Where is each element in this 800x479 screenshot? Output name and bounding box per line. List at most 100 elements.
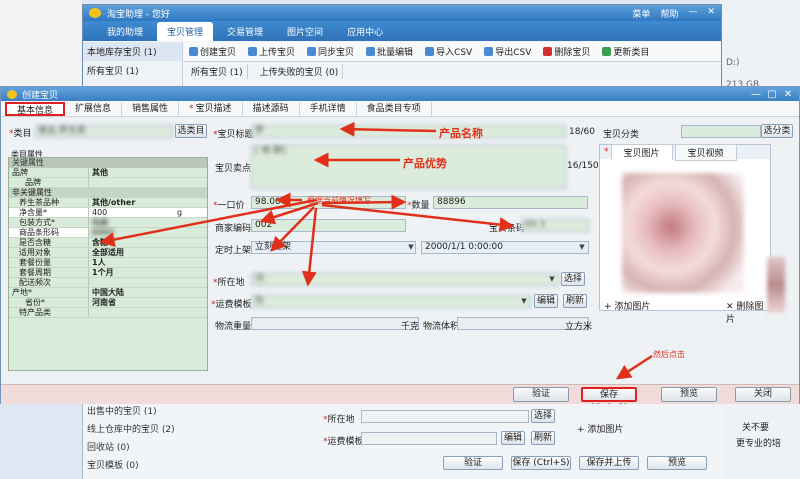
bg-refresh-button[interactable]: 刷新: [531, 431, 555, 445]
non-key-props-header: 非关键属性: [9, 188, 207, 198]
bg-verify-button[interactable]: 验证: [443, 456, 503, 470]
quantity-input[interactable]: 88896: [433, 196, 588, 209]
category-field[interactable]: 食品 养生茶: [35, 125, 173, 138]
bg-save-upload-button[interactable]: 保存并上传: [579, 456, 639, 470]
prop-row[interactable]: 商品条形码 6902: [9, 228, 207, 238]
tab-item-images[interactable]: 宝贝图片: [610, 144, 673, 160]
weight-label: 物流重量: [215, 322, 252, 332]
bg-shipping-select[interactable]: [361, 432, 497, 445]
location-select-button[interactable]: 选择: [561, 272, 585, 286]
bg-location-label: *所在地: [323, 415, 355, 425]
chevron-down-icon[interactable]: ▼: [547, 274, 557, 285]
prop-row[interactable]: 产地* 中国大陆: [9, 288, 207, 298]
batch-edit-button[interactable]: 批量编辑: [366, 45, 413, 58]
image-tabs: * 宝贝图片 宝贝视频: [600, 143, 770, 161]
barcode-input[interactable]: 69 3: [521, 219, 589, 232]
preview-button[interactable]: 预览: [661, 387, 717, 402]
prop-row[interactable]: 品牌 其他: [9, 168, 207, 178]
verify-button[interactable]: 验证: [513, 387, 569, 402]
bg-edit-button[interactable]: 编辑: [501, 431, 525, 445]
chevron-down-icon[interactable]: ▼: [577, 242, 587, 253]
tab-food-category[interactable]: 食品类目专项: [356, 101, 432, 116]
bg-close-icon[interactable]: ✕: [707, 7, 715, 20]
title-input[interactable]: 梦: [251, 125, 566, 138]
sidebar-item-all[interactable]: 所有宝贝 (1): [83, 61, 182, 80]
bg-toolbar: 创建宝贝 上传宝贝 同步宝贝 批量编辑 导入CSV 导出CSV 删除宝贝 更新类…: [183, 42, 721, 62]
tab-mobile-details[interactable]: 手机详情: [299, 101, 357, 116]
tab-item-description[interactable]: * 宝贝描述: [179, 101, 243, 116]
image-panel: * 宝贝图片 宝贝视频 + 添加图片 ✕ 删除图片: [599, 143, 771, 325]
prop-row[interactable]: 套餐份量 1人: [9, 258, 207, 268]
prop-row[interactable]: 配送频次: [9, 278, 207, 288]
delete-item-button[interactable]: 删除宝贝: [543, 45, 590, 58]
bg-help[interactable]: 帮助: [660, 7, 678, 20]
location-select[interactable]: 河: [251, 273, 559, 286]
nav-image-space[interactable]: 图片空间: [277, 22, 333, 41]
update-category-button[interactable]: 更新类目: [602, 45, 649, 58]
selling-points-label: 宝贝卖点: [215, 164, 252, 174]
subtab-upload-failed[interactable]: 上传失败的宝贝 (0): [256, 63, 344, 79]
shipping-refresh-button[interactable]: 刷新: [563, 294, 587, 308]
datetime-input[interactable]: 2000/1/1 0:00:00: [421, 241, 589, 254]
prop-row[interactable]: 品牌: [9, 178, 207, 188]
prop-row[interactable]: 套餐周期 1个月: [9, 268, 207, 278]
nav-trade-management[interactable]: 交易管理: [217, 22, 273, 41]
prop-row[interactable]: 省份* 河南省: [9, 298, 207, 308]
prop-row[interactable]: 特产品类: [9, 308, 207, 318]
export-csv-button[interactable]: 导出CSV: [484, 45, 531, 58]
select-shop-category-button[interactable]: 选分类: [761, 124, 793, 138]
bg-location-button[interactable]: 选择: [531, 409, 555, 423]
quantity-label: *数量: [407, 201, 430, 211]
delete-image-button[interactable]: ✕ 删除图片: [726, 299, 770, 325]
weight-input[interactable]: [251, 317, 419, 330]
tab-extended-info[interactable]: 扩展信息: [65, 101, 123, 116]
merchant-code-input[interactable]: 002: [251, 219, 406, 232]
prop-row[interactable]: 适用对象 全部适用: [9, 248, 207, 258]
tab-item-video[interactable]: 宝贝视频: [674, 143, 737, 161]
tab-sales-attributes[interactable]: 销售属性: [122, 101, 180, 116]
shop-category-field[interactable]: [681, 125, 761, 138]
bg-add-image[interactable]: + 添加图片: [577, 422, 623, 435]
shipping-select[interactable]: 包: [251, 295, 531, 308]
select-category-button[interactable]: 选类目: [175, 124, 207, 138]
nav-app-center[interactable]: 应用中心: [337, 22, 393, 41]
close-button[interactable]: 关闭: [735, 387, 791, 402]
shipping-edit-button[interactable]: 编辑: [534, 294, 558, 308]
create-icon: [189, 47, 198, 56]
upload-item-button[interactable]: 上传宝贝: [248, 45, 295, 58]
product-main-image[interactable]: [622, 173, 744, 293]
nav-my-assistant[interactable]: 我的助理: [97, 22, 153, 41]
bg-minimize-icon[interactable]: —: [688, 7, 697, 20]
sidebar-item-templates[interactable]: 宝贝模板 (0): [87, 458, 139, 471]
bg-menu[interactable]: 菜单: [632, 7, 650, 20]
create-item-button[interactable]: 创建宝贝: [189, 45, 236, 58]
dialog-close-icon[interactable]: ✕: [783, 89, 793, 100]
dialog-minimize-icon[interactable]: —: [751, 89, 761, 100]
image-thumbnail[interactable]: [767, 257, 785, 313]
prop-row[interactable]: 是否含糖 含糖: [9, 238, 207, 248]
tab-basic-info[interactable]: 基本信息: [5, 101, 66, 116]
chevron-down-icon[interactable]: ▼: [406, 242, 416, 253]
sidebar-item-on-sale[interactable]: 出售中的宝贝 (1): [87, 404, 157, 417]
bg-location-select[interactable]: [361, 410, 529, 423]
import-csv-button[interactable]: 导入CSV: [425, 45, 472, 58]
dialog-maximize-icon[interactable]: ▢: [767, 89, 777, 100]
category-label: *类目: [9, 129, 32, 139]
save-button[interactable]: 保存 (Ctrl+S): [581, 387, 637, 413]
subtab-all-items[interactable]: 所有宝贝 (1): [187, 63, 248, 79]
sidebar-item-recycle[interactable]: 回收站 (0): [87, 440, 130, 453]
prop-row[interactable]: 净含量* 400 g: [9, 208, 207, 218]
sidebar-item-warehouse[interactable]: 线上仓库中的宝贝 (2): [87, 422, 175, 435]
add-image-button[interactable]: + 添加图片: [604, 299, 650, 312]
upload-icon: [248, 47, 258, 56]
bg-preview-button[interactable]: 预览: [647, 456, 707, 470]
nav-item-management[interactable]: 宝贝管理: [157, 22, 214, 41]
sidebar-item-local[interactable]: 本地库存宝贝 (1): [83, 42, 182, 61]
prop-row[interactable]: 养生茶品种 其他/other: [9, 198, 207, 208]
bg-save-button[interactable]: 保存 (Ctrl+S): [511, 456, 571, 470]
sync-item-button[interactable]: 同步宝贝: [307, 45, 354, 58]
prop-row[interactable]: 包装方式* 包装: [9, 218, 207, 228]
schedule-select[interactable]: 立刻上架: [251, 241, 416, 254]
chevron-down-icon[interactable]: ▼: [519, 296, 529, 307]
tab-description-source[interactable]: 描述源码: [242, 101, 300, 116]
